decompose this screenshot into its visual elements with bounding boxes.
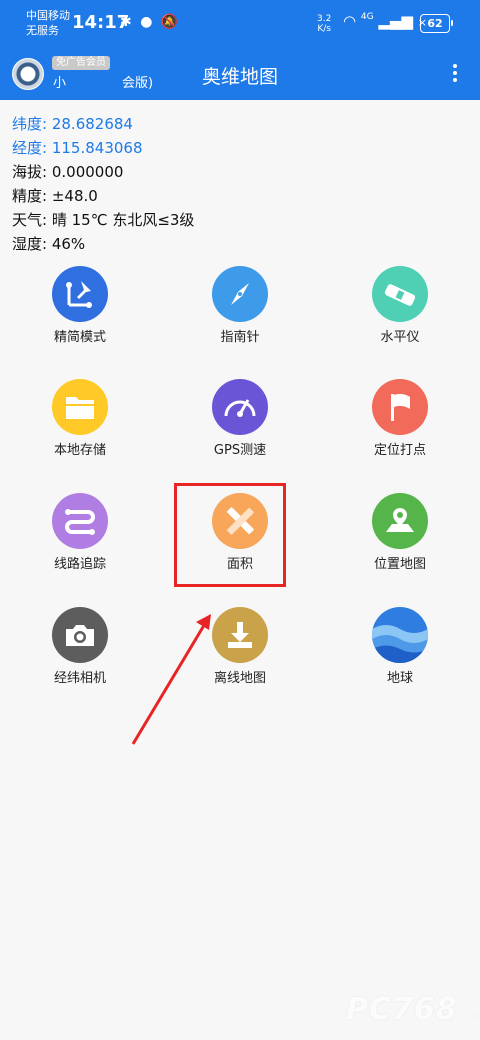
tile-mark-location[interactable]: 定位打点 — [335, 379, 465, 458]
accuracy-row: 精度: ±48.0 — [12, 184, 194, 208]
download-icon — [212, 607, 268, 663]
pin-ruler-icon — [52, 266, 108, 322]
flag-icon — [372, 379, 428, 435]
folder-icon — [52, 379, 108, 435]
watermark-suffix: ·com — [459, 1009, 480, 1022]
altitude-row: 海拔: 0.000000 — [12, 160, 194, 184]
network-type: 4G — [360, 12, 374, 22]
tile-coord-camera[interactable]: 经纬相机 — [15, 607, 145, 686]
more-options-icon[interactable] — [446, 62, 464, 86]
altitude-value: 0.000000 — [51, 163, 124, 181]
tile-offline-map[interactable]: 离线地图 — [175, 607, 305, 686]
app-bar: 免广告会员 小 会版) 奥维地图 — [0, 48, 480, 100]
tile-globe[interactable]: 地球 — [335, 607, 465, 686]
tile-gps-speed[interactable]: GPS测速 — [175, 379, 305, 458]
tile-label: 水平仪 — [380, 330, 420, 345]
app-title: 奥维地图 — [201, 66, 278, 88]
carrier-name: 中国移动 — [26, 9, 70, 22]
tile-label: 精简模式 — [53, 330, 106, 345]
tile-compass[interactable]: 指南针 — [175, 266, 305, 345]
tile-local-storage[interactable]: 本地存储 — [15, 379, 145, 458]
signal-icon: ▂▄▆ — [378, 12, 413, 30]
tile-location-map[interactable]: 位置地图 — [335, 493, 465, 572]
tile-label: 地球 — [386, 671, 413, 686]
tile-label: GPS测速 — [213, 443, 267, 458]
weather-value: 晴 15℃ 东北风≤3级 — [51, 211, 195, 229]
latitude-label: 纬度: — [12, 115, 48, 133]
tile-simple-mode[interactable]: 精简模式 — [15, 266, 145, 345]
net-speed-unit: K/s — [317, 24, 331, 34]
net-speed-value: 3.2 — [317, 14, 332, 24]
tile-label: 本地存储 — [53, 443, 106, 458]
longitude-row: 经度: 115.843068 — [12, 136, 194, 160]
compass-icon — [212, 266, 268, 322]
tile-route-tracking[interactable]: 线路追踪 — [15, 493, 145, 572]
map-pin-icon — [372, 493, 428, 549]
highlight-box — [174, 483, 286, 587]
location-icon: ● — [140, 14, 155, 30]
mute-bell-icon: 🔕 — [160, 14, 181, 30]
speedometer-icon — [212, 379, 268, 435]
tile-label: 经纬相机 — [53, 671, 106, 686]
battery-indicator: 62 — [420, 14, 453, 33]
accuracy-value: ±48.0 — [51, 187, 98, 205]
bluetooth-icon: ✱ — [120, 14, 134, 30]
longitude-label: 经度: — [12, 139, 48, 157]
humidity-row: 湿度: 46% — [12, 232, 194, 256]
tile-label: 指南针 — [220, 330, 260, 345]
net-speed: 3.2 K/s — [317, 14, 331, 34]
carrier-status: 无服务 — [26, 24, 59, 37]
humidity-value: 46% — [51, 235, 86, 253]
status-icons: ✱ ● 🔕 — [120, 14, 180, 30]
accuracy-label: 精度: — [12, 187, 48, 205]
camera-icon — [52, 607, 108, 663]
tile-label: 位置地图 — [373, 557, 426, 572]
tile-label: 线路追踪 — [53, 557, 106, 572]
wifi-icon: ◠ — [343, 12, 357, 30]
carrier-info: 中国移动 无服务 — [26, 8, 70, 38]
longitude-value: 115.843068 — [51, 139, 143, 157]
weather-label: 天气: — [12, 211, 48, 229]
status-bar: 中国移动 无服务 14:17 ✱ ● 🔕 3.2 K/s ◠ 4G ▂▄▆ × … — [0, 0, 480, 48]
humidity-label: 湿度: — [12, 235, 48, 253]
watermark-text: PC768 — [346, 992, 458, 1027]
globe-wave-icon — [372, 607, 428, 663]
route-icon — [52, 493, 108, 549]
tile-level[interactable]: 水平仪 — [335, 266, 465, 345]
latitude-value: 28.682684 — [51, 115, 133, 133]
connectivity-icons: ◠ 4G ▂▄▆ × — [343, 12, 427, 30]
altitude-label: 海拔: — [12, 163, 48, 181]
watermark: PC768·com — [346, 992, 480, 1027]
tile-label: 定位打点 — [373, 443, 426, 458]
location-info-panel: 纬度: 28.682684 经度: 115.843068 海拔: 0.00000… — [12, 112, 194, 256]
weather-row: 天气: 晴 15℃ 东北风≤3级 — [12, 208, 194, 232]
tile-label: 离线地图 — [213, 671, 266, 686]
level-icon — [372, 266, 428, 322]
latitude-row: 纬度: 28.682684 — [12, 112, 194, 136]
